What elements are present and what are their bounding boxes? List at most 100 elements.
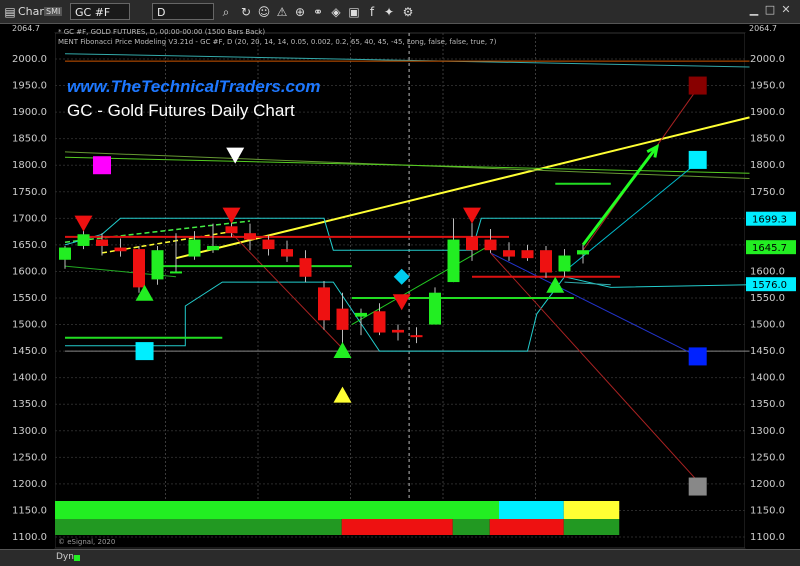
y-tick-label-left: 1400.0 xyxy=(12,373,47,384)
y-tick-label-left: 1800.0 xyxy=(12,160,47,171)
candle-body xyxy=(299,258,312,277)
candle-body xyxy=(262,239,275,250)
candle-body xyxy=(170,271,182,274)
target-square xyxy=(93,156,111,175)
price-tag-label: 1576.0 xyxy=(752,280,787,291)
candle-body xyxy=(373,311,386,333)
y-tick-label-right: 1300.0 xyxy=(750,426,785,437)
y-tick-label-right: 1150.0 xyxy=(750,505,785,516)
y-tick-label-left: 1100.0 xyxy=(12,532,47,543)
price-tag-label: 1699.3 xyxy=(752,215,787,226)
y-tick-label-right: 1450.0 xyxy=(750,346,785,357)
candle-body xyxy=(577,250,589,255)
refresh-icon[interactable]: ↻ xyxy=(238,4,254,20)
dyn-label[interactable]: Dyn xyxy=(56,552,74,562)
candle-body xyxy=(521,250,534,259)
target-square xyxy=(135,342,154,361)
minimize-icon[interactable]: ▁ xyxy=(748,4,760,16)
candle-body xyxy=(336,308,349,330)
y-tick-label-right: 1100.0 xyxy=(750,532,785,543)
candle-body xyxy=(355,312,367,317)
interval-select[interactable]: D xyxy=(152,3,214,20)
y-tick-label-right: 1800.0 xyxy=(750,160,785,171)
candle-body xyxy=(466,236,478,251)
top-price-label: 2064.7 xyxy=(749,24,777,33)
symbol-input[interactable]: GC #F xyxy=(70,3,130,20)
y-tick-label-right: 1950.0 xyxy=(750,81,785,92)
y-tick-label-right: 1600.0 xyxy=(750,266,785,277)
candle-body xyxy=(59,247,71,260)
y-tick-label-left: 1450.0 xyxy=(12,346,47,357)
signal-band-lower xyxy=(55,519,342,535)
y-tick-label-right: 1900.0 xyxy=(750,107,785,118)
candle-body xyxy=(244,233,256,240)
tag-icon[interactable]: ◈ xyxy=(328,4,344,20)
y-tick-label-left: 1600.0 xyxy=(12,266,47,277)
y-tick-label-left: 1950.0 xyxy=(12,81,47,92)
chart-window: ▤ Chart SMI GC #F D ⌕ ↻ ☺ ⚠ ⊕ ⚭ ◈ ▣ f ✦ … xyxy=(0,0,800,566)
y-tick-label-right: 2000.0 xyxy=(750,54,785,65)
window-badge: SMI xyxy=(44,7,63,16)
y-tick-label-right: 1750.0 xyxy=(750,187,785,198)
smile-icon[interactable]: ☺ xyxy=(256,4,272,20)
y-tick-label-right: 1400.0 xyxy=(750,373,785,384)
link-icon[interactable]: ⚭ xyxy=(310,4,326,20)
y-tick-label-left: 1150.0 xyxy=(12,505,47,516)
y-tick-label-right: 1350.0 xyxy=(750,399,785,410)
signal-band-upper xyxy=(55,501,499,519)
twitter-icon[interactable]: ✦ xyxy=(381,4,397,20)
signal-band-lower xyxy=(341,519,453,535)
website-watermark: www.TheTechnicalTraders.com xyxy=(67,77,321,96)
target-square xyxy=(688,76,707,95)
search-icon[interactable]: ⌕ xyxy=(218,4,234,20)
indicator-bands xyxy=(55,501,620,535)
candle-body xyxy=(133,249,145,288)
price-chart[interactable]: 1100.0 1100.0 1150.0 1150.0 1200.0 1200.0 1250… xyxy=(0,24,800,549)
candle-body xyxy=(96,239,108,246)
signal-band-lower xyxy=(489,519,564,535)
candle-body xyxy=(392,329,404,333)
target-square xyxy=(688,477,707,496)
y-tick-label-left: 1750.0 xyxy=(12,187,47,198)
candle-body xyxy=(281,249,293,257)
candle-body xyxy=(558,255,571,272)
chart-app-icon: ▤ xyxy=(4,5,16,19)
y-tick-label-left: 1550.0 xyxy=(12,293,47,304)
close-icon[interactable]: ✕ xyxy=(780,4,792,16)
indicator-header: MENT Fibonacci Price Modeling V3.21d - G… xyxy=(58,38,497,46)
y-tick-label-left: 1850.0 xyxy=(12,134,47,145)
chart-toolbar: ▤ Chart SMI GC #F D ⌕ ↻ ☺ ⚠ ⊕ ⚭ ◈ ▣ f ✦ … xyxy=(0,0,800,24)
camera-icon[interactable]: ▣ xyxy=(346,4,362,20)
warning-icon[interactable]: ⚠ xyxy=(274,4,290,20)
candle-body xyxy=(540,250,552,273)
y-tick-label-right: 1850.0 xyxy=(750,134,785,145)
symbol-header: * GC #F, GOLD FUTURES, D, 00:00-00:00 (1… xyxy=(58,28,265,36)
y-tick-label-left: 1350.0 xyxy=(12,399,47,410)
candle-body xyxy=(151,250,164,280)
y-tick-label-left: 1250.0 xyxy=(12,452,47,463)
y-tick-label-left: 2000.0 xyxy=(12,54,47,65)
y-tick-label-left: 1650.0 xyxy=(12,240,47,251)
signal-band-lower xyxy=(452,519,490,535)
maximize-icon[interactable]: □ xyxy=(764,4,776,16)
y-tick-label-right: 1550.0 xyxy=(750,293,785,304)
candle-body xyxy=(503,250,515,257)
y-tick-label-left: 1300.0 xyxy=(12,426,47,437)
settings-icon[interactable]: ⚙ xyxy=(400,4,416,20)
candle-body xyxy=(188,239,201,257)
price-tag-label: 1645.7 xyxy=(752,243,787,254)
candle-body xyxy=(410,335,423,338)
signal-band-lower xyxy=(563,519,620,535)
zoom-icon[interactable]: ⊕ xyxy=(292,4,308,20)
y-tick-label-right: 1500.0 xyxy=(750,320,785,331)
candle-body xyxy=(225,226,238,234)
candle-body xyxy=(429,292,441,325)
candle-body xyxy=(114,247,127,252)
signal-band-upper xyxy=(563,501,620,519)
y-tick-label-left: 1900.0 xyxy=(12,107,47,118)
facebook-icon[interactable]: f xyxy=(364,4,380,20)
candle-body xyxy=(77,234,90,246)
y-tick-label-right: 1200.0 xyxy=(750,479,785,490)
chart-title: GC - Gold Futures Daily Chart xyxy=(67,101,295,120)
top-price-label-left: 2064.7 xyxy=(12,24,40,33)
